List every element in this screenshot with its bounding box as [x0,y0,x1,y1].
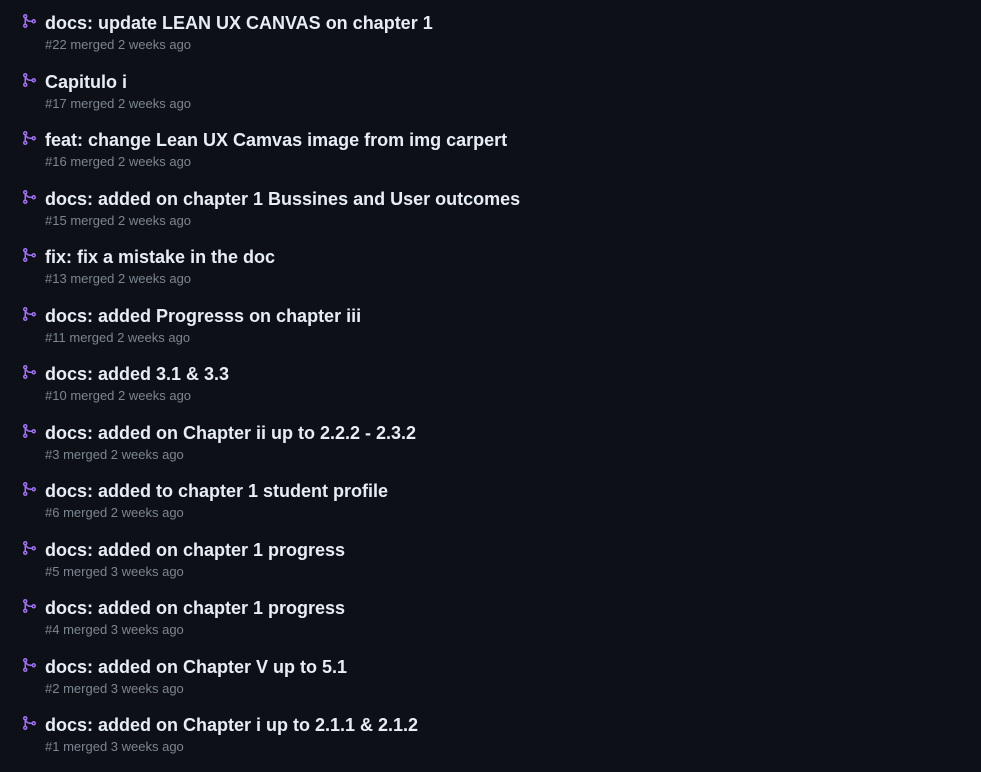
pull-request-meta: #6 merged 2 weeks ago [45,505,981,521]
pull-request-number[interactable]: #4 [45,622,59,637]
pull-request-meta: #2 merged 3 weeks ago [45,681,981,697]
pull-request-number[interactable]: #17 [45,96,67,111]
pull-request-title-link[interactable]: docs: added on chapter 1 Bussines and Us… [45,188,981,210]
pull-request-row[interactable]: docs: added to chapter 1 student profile… [0,468,981,527]
git-merge-icon [23,716,37,730]
pull-request-title-link[interactable]: docs: added 3.1 & 3.3 [45,363,981,385]
pull-request-row[interactable]: docs: added 3.1 & 3.3 #10 merged 2 weeks … [0,351,981,410]
pull-request-number[interactable]: #22 [45,37,67,52]
pull-request-number[interactable]: #15 [45,213,67,228]
pull-request-state: merged [70,271,115,286]
pull-request-state: merged [70,212,115,228]
pull-request-number[interactable]: #6 [45,505,59,520]
pull-request-time: 3 weeks ago [110,622,184,637]
pull-request-row[interactable]: docs: update LEAN UX CANVAS on chapter 1… [0,0,981,59]
pull-request-state: merged [63,563,108,579]
pull-request-row[interactable]: docs: added on chapter 1 progress #5 merg… [0,527,981,586]
pull-request-time: 2 weeks ago [118,37,192,52]
pull-request-number[interactable]: #1 [45,739,59,754]
pull-request-time: 2 weeks ago [118,212,192,228]
git-merge-icon [23,423,37,438]
pull-request-time: 2 weeks ago [118,154,192,169]
pull-request-title-link[interactable]: docs: added on chapter 1 progress [45,597,981,619]
pull-request-meta: #4 merged 3 weeks ago [45,622,981,638]
pull-request-title-link[interactable]: docs: added Progresss on chapter iii [45,305,981,327]
git-merge-icon [23,72,37,87]
pull-request-time: 2 weeks ago [118,271,192,286]
pull-request-meta: #16 merged 2 weeks ago [45,154,981,170]
pull-request-time: 3 weeks ago [110,739,184,754]
pull-request-number[interactable]: #11 [45,330,66,345]
pull-request-time: 3 weeks ago [110,680,184,696]
pull-request-state: merged [70,37,115,52]
pull-request-row[interactable]: fix: fix a mistake in the doc #13 merged … [0,234,981,293]
pull-request-row[interactable]: feat: change Lean UX Camvas image from i… [0,117,981,176]
pull-request-meta: #3 merged 2 weeks ago [45,447,981,463]
pull-request-number[interactable]: #10 [45,388,67,403]
pull-request-number[interactable]: #2 [45,681,59,696]
pull-request-title-link[interactable]: docs: added on Chapter i up to 2.1.1 & 2… [45,714,981,736]
pull-request-meta: #1 merged 3 weeks ago [45,739,981,755]
pull-request-state: merged [70,154,115,169]
pull-request-meta: #15 merged 2 weeks ago [45,213,981,229]
git-merge-icon [23,365,37,379]
pull-request-title-link[interactable]: docs: added on Chapter V up to 5.1 [45,656,981,678]
pull-request-time: 3 weeks ago [110,563,184,579]
git-merge-icon [23,657,37,672]
pull-request-number[interactable]: #5 [45,564,59,579]
git-merge-icon [23,540,37,555]
pull-request-meta: #10 merged 2 weeks ago [45,388,981,404]
pull-request-title-link[interactable]: Capitulo i [45,71,981,93]
git-merge-icon [23,14,37,28]
pull-request-number[interactable]: #16 [45,154,67,169]
pull-request-row[interactable]: Capitulo i #17 merged 2 weeks ago [0,59,981,118]
pull-request-title-link[interactable]: feat: change Lean UX Camvas image from i… [45,129,981,151]
pull-request-row[interactable]: docs: added on chapter 1 Bussines and Us… [0,176,981,235]
pull-request-state: merged [69,329,114,345]
pull-request-state: merged [63,622,108,637]
pull-request-row[interactable]: docs: added Progresss on chapter iii #11 … [0,293,981,352]
pull-request-time: 2 weeks ago [110,446,184,462]
pull-request-state: merged [63,680,108,696]
pull-request-title-link[interactable]: fix: fix a mistake in the doc [45,246,981,268]
pull-request-row[interactable]: docs: added on Chapter i up to 2.1.1 & 2… [0,702,981,761]
pull-request-row[interactable]: docs: added on chapter 1 progress #4 merg… [0,585,981,644]
pull-request-meta: #17 merged 2 weeks ago [45,96,981,112]
git-merge-icon [23,131,37,145]
git-merge-icon [23,306,37,321]
git-merge-icon [23,482,37,496]
pull-request-meta: #22 merged 2 weeks ago [45,37,981,53]
pull-request-state: merged [63,505,108,520]
pull-request-number[interactable]: #3 [45,447,59,462]
pull-request-time: 2 weeks ago [110,505,184,520]
pull-request-state: merged [63,739,108,754]
pull-request-title-link[interactable]: docs: added on Chapter ii up to 2.2.2 - … [45,422,981,444]
pull-request-time: 2 weeks ago [118,388,192,403]
pull-request-title-link[interactable]: docs: added to chapter 1 student profile [45,480,981,502]
git-merge-icon [23,599,37,613]
pull-request-state: merged [70,95,115,111]
pull-request-number[interactable]: #13 [45,271,67,286]
pull-request-meta: #11 merged 2 weeks ago [45,330,981,346]
git-merge-icon [23,189,37,204]
pull-request-list: docs: update LEAN UX CANVAS on chapter 1… [0,0,981,761]
pull-request-meta: #5 merged 3 weeks ago [45,564,981,580]
pull-request-meta: #13 merged 2 weeks ago [45,271,981,287]
pull-request-row[interactable]: docs: added on Chapter ii up to 2.2.2 - … [0,410,981,469]
pull-request-state: merged [70,388,115,403]
pull-request-row[interactable]: docs: added on Chapter V up to 5.1 #2 mer… [0,644,981,703]
pull-request-title-link[interactable]: docs: update LEAN UX CANVAS on chapter 1 [45,12,981,34]
pull-request-time: 2 weeks ago [117,329,191,345]
pull-request-time: 2 weeks ago [118,95,192,111]
git-merge-icon [23,248,37,262]
pull-request-state: merged [63,446,108,462]
pull-request-title-link[interactable]: docs: added on chapter 1 progress [45,539,981,561]
